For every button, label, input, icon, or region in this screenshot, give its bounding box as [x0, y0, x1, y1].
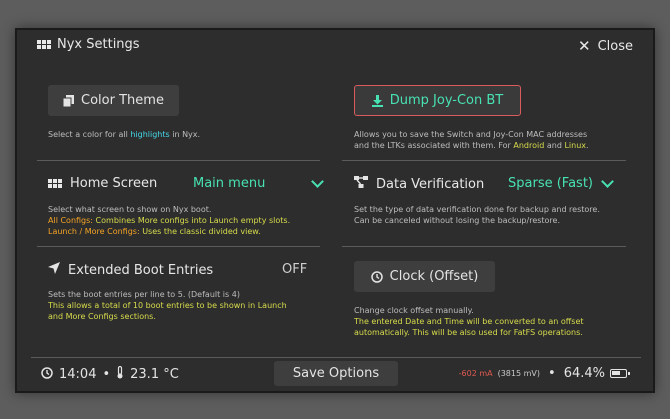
data-verification-row[interactable]: Data Verification: [354, 176, 484, 192]
chevron-down-icon: [601, 175, 614, 188]
extended-boot-row[interactable]: Extended Boot Entries: [48, 262, 213, 278]
copy-icon: [63, 94, 75, 107]
voltage-readout: (3815 mV): [497, 369, 541, 378]
clock-offset-button[interactable]: Clock (Offset): [354, 261, 495, 292]
save-options-button[interactable]: Save Options: [274, 361, 398, 386]
download-icon: [371, 94, 383, 107]
network-icon: [354, 176, 368, 192]
android-link: Android: [513, 141, 545, 150]
clock-icon: [41, 366, 53, 383]
status-bar: 14:04 • 23.1 °C Save Options -602 mA (38…: [17, 358, 653, 393]
clock-description: Change clock offset manually. The entere…: [354, 306, 584, 337]
data-verification-value: Sparse (Fast): [508, 176, 593, 191]
dump-joycon-description: Allows you to save the Switch and Joy-Co…: [354, 130, 589, 150]
battery-icon: [610, 369, 630, 378]
window-title-text: Nyx Settings: [57, 37, 140, 52]
time-readout: 14:04: [59, 367, 97, 382]
linux-link: Linux: [564, 141, 587, 150]
dump-joycon-button[interactable]: Dump Joy-Con BT: [354, 85, 521, 116]
location-arrow-icon: [48, 262, 60, 278]
title-bar: Nyx Settings ✕ Close: [17, 30, 653, 60]
window-title: Nyx Settings: [37, 37, 140, 52]
home-screen-description: Select what screen to show on Nyx boot. …: [48, 205, 291, 236]
grid-icon: [48, 179, 62, 188]
battery-percent: 64.4%: [563, 366, 605, 381]
home-screen-value: Main menu: [193, 176, 266, 191]
status-left: 14:04 • 23.1 °C: [41, 365, 179, 383]
clock-offset-label: Clock (Offset): [389, 269, 479, 284]
extended-boot-label: Extended Boot Entries: [68, 262, 214, 278]
divider: [37, 160, 320, 161]
current-readout: -602 mA: [458, 369, 493, 378]
color-theme-label: Color Theme: [81, 93, 164, 108]
highlights-link: highlights: [130, 130, 170, 139]
close-label: Close: [597, 38, 633, 54]
data-verification-dropdown[interactable]: Sparse (Fast): [508, 175, 614, 191]
temperature-readout: 23.1 °C: [130, 367, 179, 382]
divider: [342, 246, 626, 247]
divider: [37, 246, 320, 247]
divider: [342, 160, 626, 161]
clock-icon: [370, 270, 383, 283]
extended-boot-description: Sets the boot entries per line to 5. (De…: [48, 290, 287, 321]
home-screen-label: Home Screen: [70, 176, 158, 191]
data-verification-description: Set the type of data verification done f…: [354, 205, 600, 225]
grid-icon: [37, 40, 51, 49]
status-right: -602 mA (3815 mV) • 64.4%: [458, 366, 630, 381]
battery-fill: [612, 371, 620, 375]
close-icon: ✕: [578, 37, 591, 55]
separator: •: [548, 366, 556, 381]
home-screen-row[interactable]: Home Screen: [48, 176, 157, 191]
color-theme-button[interactable]: Color Theme: [48, 85, 179, 116]
dump-joycon-label: Dump Joy-Con BT: [389, 93, 504, 108]
color-theme-description: Select a color for all highlights in Nyx…: [48, 130, 201, 139]
settings-window: Nyx Settings ✕ Close Color Theme Select …: [15, 28, 655, 393]
data-verification-label: Data Verification: [376, 176, 485, 192]
chevron-down-icon: [311, 175, 325, 188]
thermometer-icon: [116, 365, 124, 383]
separator: •: [102, 367, 111, 382]
home-screen-dropdown[interactable]: Main menu: [193, 175, 325, 191]
close-button[interactable]: ✕ Close: [578, 37, 633, 55]
extended-boot-toggle[interactable]: OFF: [282, 262, 307, 277]
